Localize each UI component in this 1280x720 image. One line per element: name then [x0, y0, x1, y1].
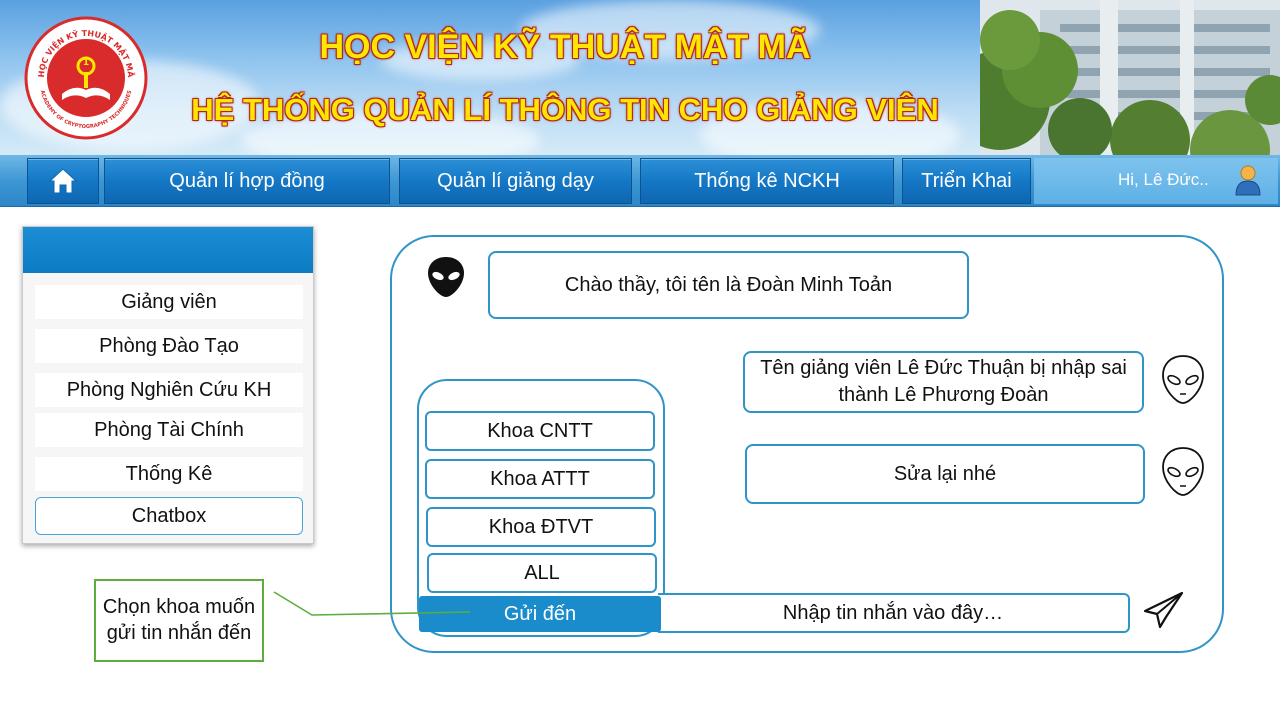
sidebar-item-research-office[interactable]: Phòng Nghiên Cứu KH — [35, 373, 303, 407]
system-title: HỆ THỐNG QUẢN LÍ THÔNG TIN CHO GIẢNG VIÊ… — [191, 92, 939, 127]
nav-contracts[interactable]: Quản lí hợp đồng — [104, 158, 390, 204]
annotation-note: Chọn khoa muốn gửi tin nhắn đến — [94, 579, 264, 662]
nav-deploy[interactable]: Triển Khai — [902, 158, 1031, 204]
home-icon — [48, 168, 78, 194]
alien-avatar-filled-icon — [428, 257, 464, 297]
dept-option-cntt[interactable]: Khoa CNTT — [425, 411, 655, 451]
sidebar-item-lecturers[interactable]: Giảng viên — [35, 285, 303, 319]
nav-teaching[interactable]: Quản lí giảng dạy — [399, 158, 632, 204]
campus-photo — [980, 0, 1280, 158]
chat-message-incoming: Chào thầy, tôi tên là Đoàn Minh Toản — [488, 251, 969, 319]
nav-home-button[interactable] — [27, 158, 99, 204]
sidebar-item-finance-office[interactable]: Phòng Tài Chính — [35, 413, 303, 447]
academy-logo: HỌC VIỆN KỸ THUẬT MẬT MÃ ACADEMY OF CRYP… — [24, 16, 148, 140]
dept-option-attt[interactable]: Khoa ATTT — [425, 459, 655, 499]
message-input[interactable]: Nhập tin nhắn vào đây… — [658, 593, 1130, 633]
sidebar-item-statistics[interactable]: Thống Kê — [35, 457, 303, 491]
chat-message-outgoing: Sửa lại nhé — [745, 444, 1145, 504]
sidebar-item-training-office[interactable]: Phòng Đào Tạo — [35, 329, 303, 363]
sidebar-item-chatbox[interactable]: Chatbox — [35, 497, 303, 535]
chat-message-outgoing: Tên giảng viên Lê Đức Thuận bị nhập sai … — [743, 351, 1144, 413]
send-icon[interactable] — [1142, 590, 1186, 630]
svg-text:1: 1 — [83, 58, 89, 68]
dept-option-dtvt[interactable]: Khoa ĐTVT — [426, 507, 656, 547]
alien-avatar-outline-icon — [1162, 355, 1204, 404]
sidebar-menu: Giảng viên Phòng Đào Tạo Phòng Nghiên Cứ… — [22, 226, 314, 544]
send-to-button[interactable]: Gửi đến — [419, 596, 661, 632]
user-greeting[interactable]: Hi, Lê Đức.. — [1118, 170, 1209, 190]
academy-title: HỌC VIỆN KỸ THUẬT MẬT MÃ — [319, 28, 811, 66]
alien-avatar-outline-icon — [1162, 447, 1204, 496]
sidebar-header — [23, 227, 313, 273]
nav-research-stats[interactable]: Thống kê NCKH — [640, 158, 894, 204]
user-icon[interactable] — [1234, 164, 1262, 196]
dept-option-all[interactable]: ALL — [427, 553, 657, 593]
